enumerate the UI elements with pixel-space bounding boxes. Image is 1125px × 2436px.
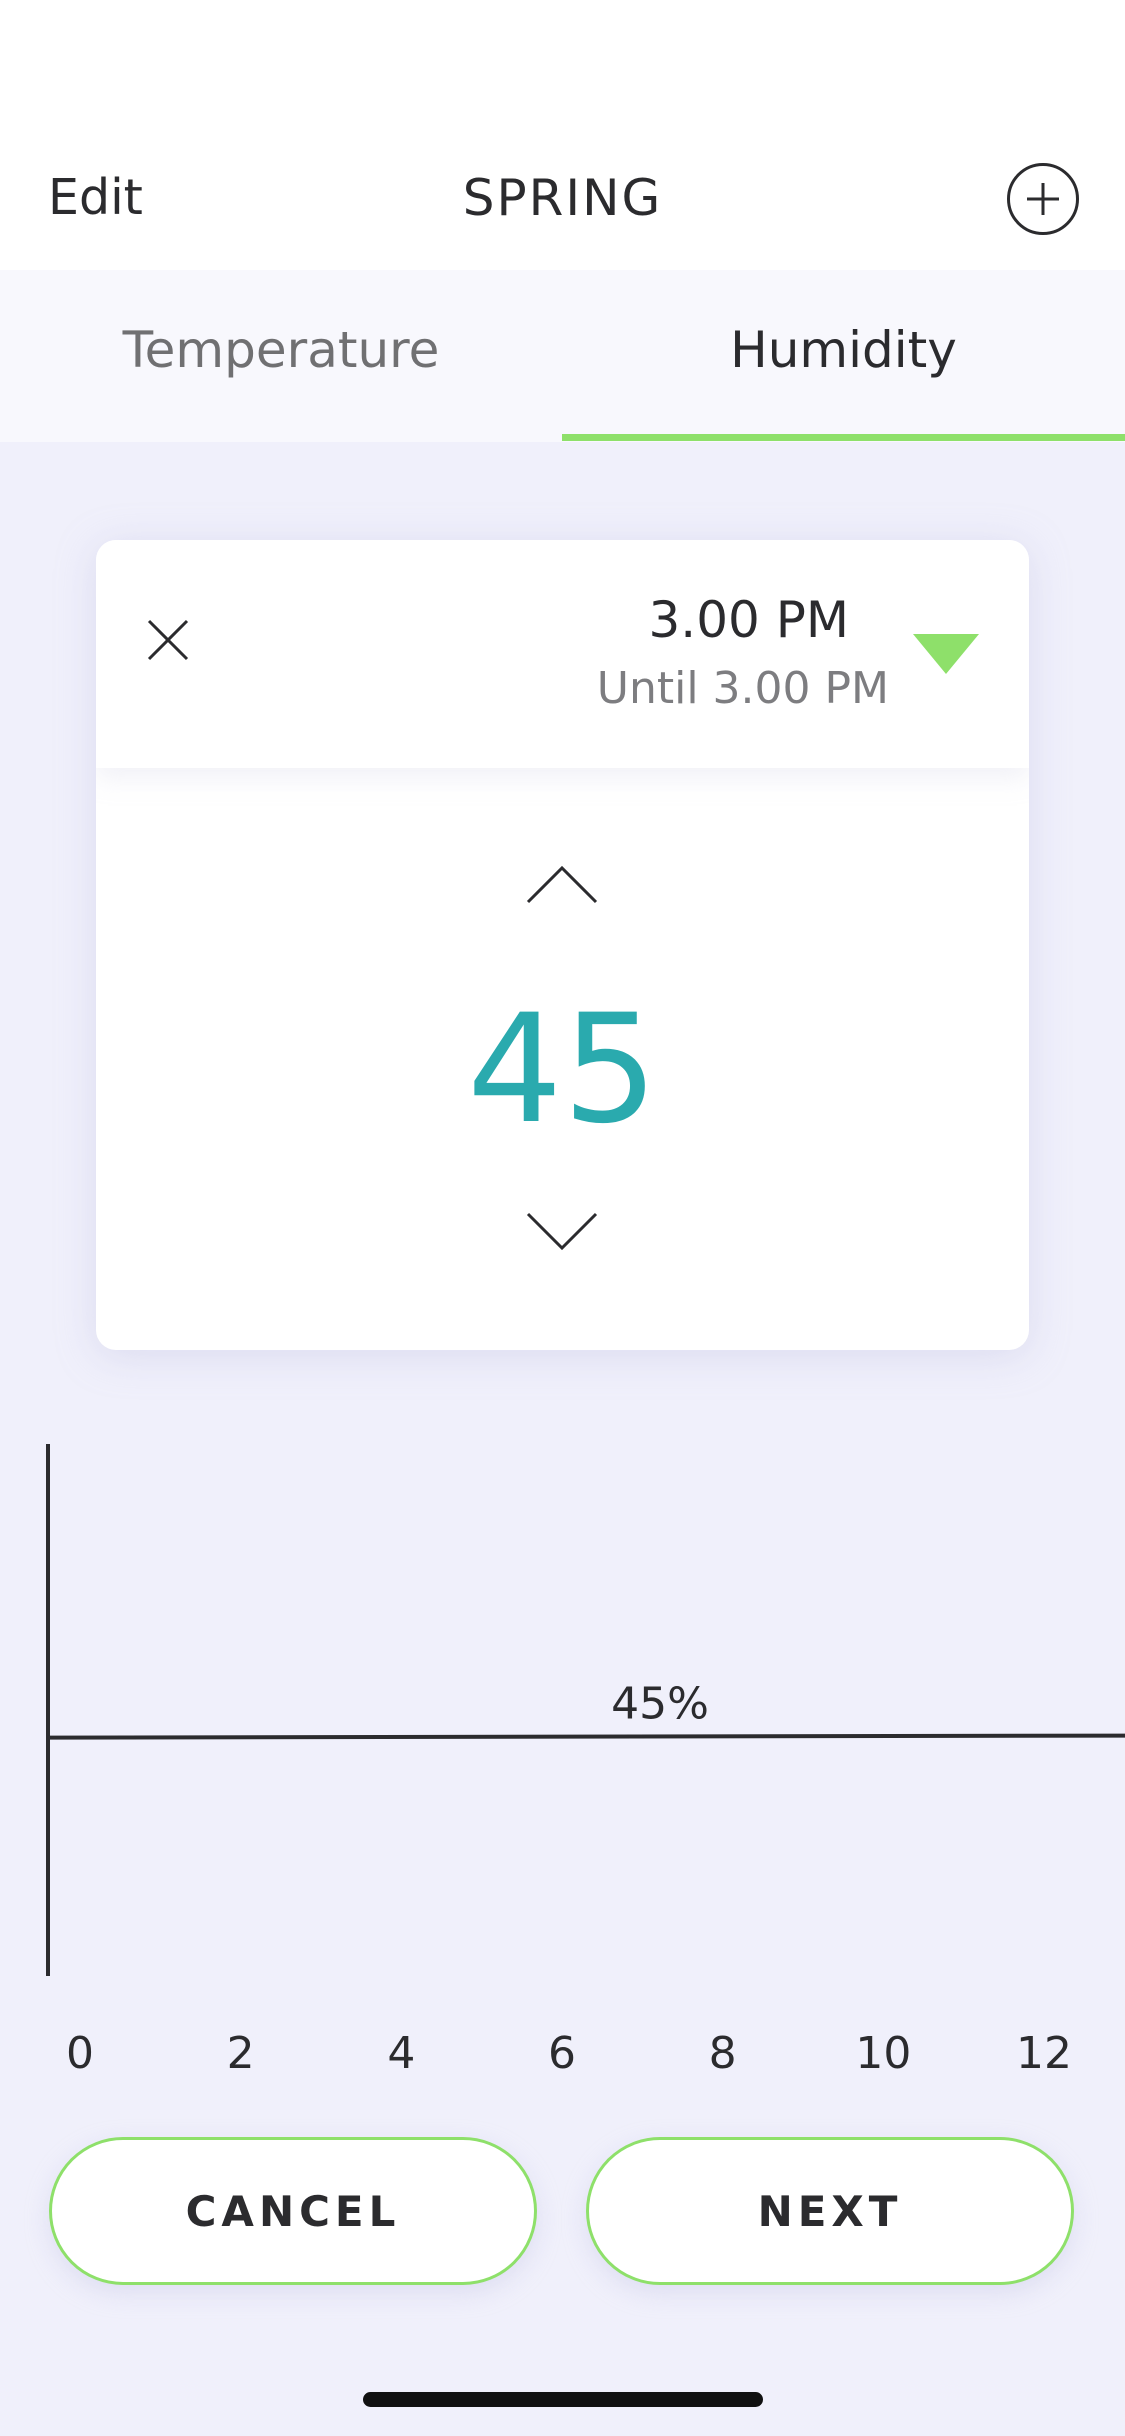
plus-circle-icon — [1027, 183, 1059, 215]
top-navbar: Edit SPRING — [0, 0, 1125, 270]
home-indicator — [363, 2392, 763, 2407]
tab-temperature[interactable]: Temperature — [0, 270, 562, 442]
x-tick-label: 10 — [855, 2028, 911, 2079]
x-tick-label: 12 — [1016, 2028, 1072, 2079]
decrease-button[interactable] — [522, 1208, 602, 1258]
next-button[interactable]: NEXT — [586, 2137, 1074, 2285]
humidity-value: 45 — [467, 983, 658, 1157]
time-dropdown-button[interactable] — [911, 632, 981, 676]
x-tick-label: 0 — [66, 2028, 94, 2079]
x-tick-label: 4 — [387, 2028, 415, 2079]
chevron-down-icon — [526, 1212, 598, 1251]
add-button[interactable] — [1007, 163, 1079, 235]
close-button[interactable] — [138, 610, 198, 670]
chevron-up-icon — [526, 865, 598, 904]
close-icon — [147, 619, 189, 661]
active-tab-indicator — [562, 434, 1125, 441]
cancel-button[interactable]: CANCEL — [49, 2137, 537, 2285]
triangle-down-icon — [913, 634, 979, 674]
series-line-0 — [47, 1733, 1125, 1740]
x-tick-label: 2 — [227, 2028, 255, 2079]
x-tick-label: 8 — [709, 2028, 737, 2079]
page-title: SPRING — [462, 169, 663, 227]
chart-svg: 45% 0 2 4 6 8 10 12 — [46, 1444, 1125, 2079]
card-header: 3.00 PM Until 3.00 PM — [96, 540, 1029, 768]
humidity-chart: 45% 0 2 4 6 8 10 12 — [0, 1430, 1125, 2090]
screen: Edit SPRING Temperature Humidity 3.00 PM… — [0, 0, 1125, 2436]
increase-button[interactable] — [522, 858, 602, 908]
series-value-label: 45% — [611, 1679, 709, 1730]
schedule-card: 3.00 PM Until 3.00 PM 45 — [96, 540, 1029, 1350]
tab-humidity[interactable]: Humidity — [562, 270, 1125, 442]
tab-bar: Temperature Humidity — [0, 270, 1125, 442]
until-label: Until 3.00 PM — [596, 663, 889, 714]
x-tick-label: 6 — [548, 2028, 576, 2079]
time-label: 3.00 PM — [648, 591, 849, 649]
